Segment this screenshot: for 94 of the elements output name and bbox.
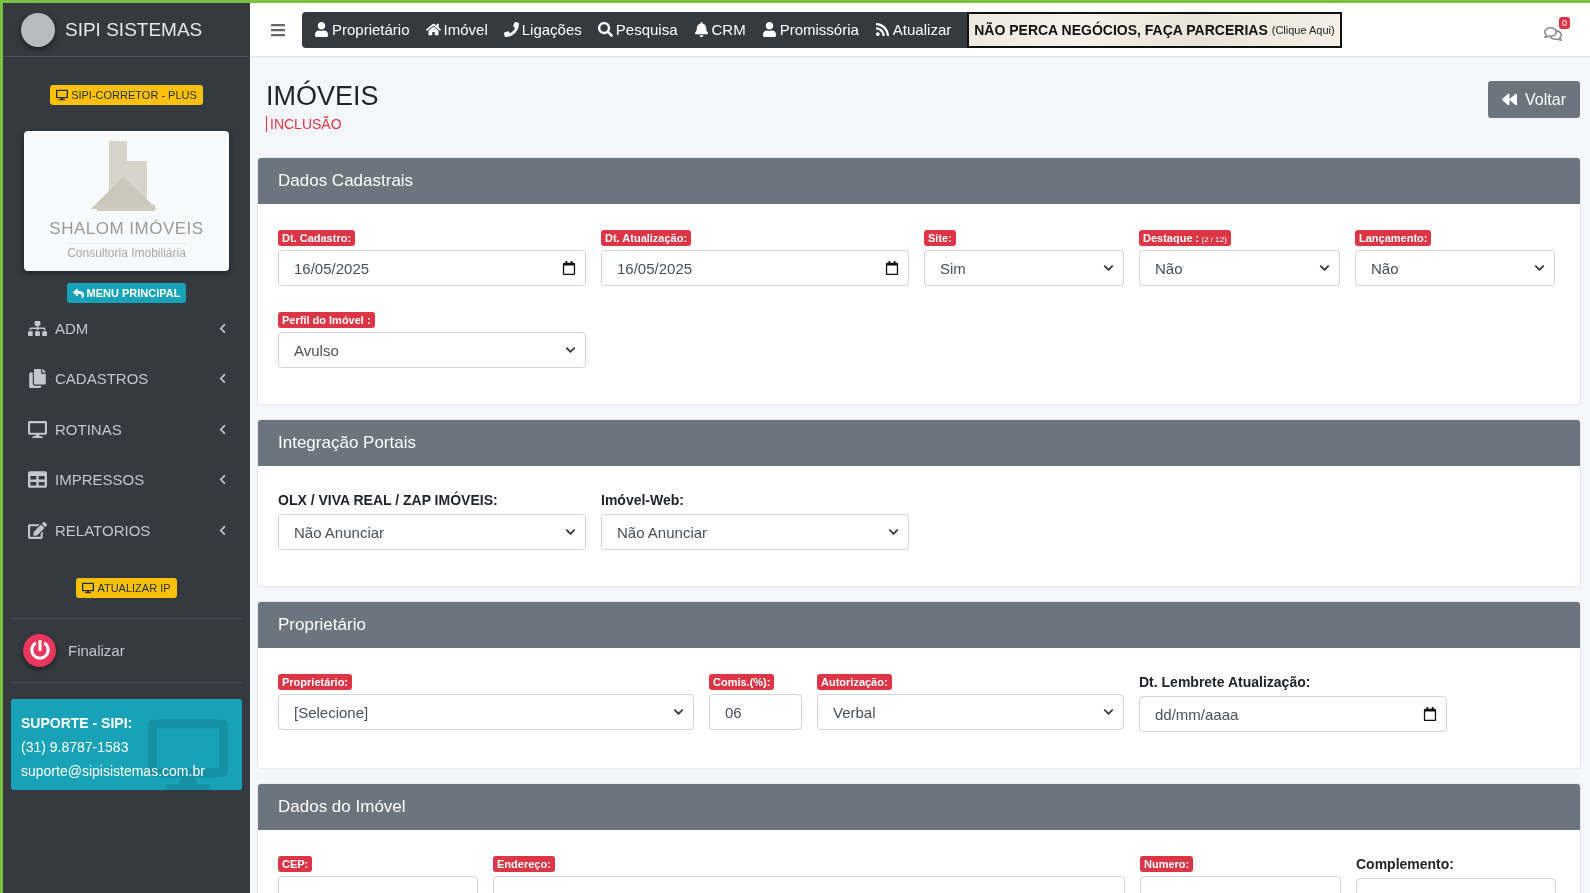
documents-icon: [28, 369, 47, 389]
partnership-banner[interactable]: NÃO PERCA NEGÓCIOS, FAÇA PARCERIAS (Clique Aqui): [967, 11, 1342, 48]
required-field-label: Autorização:: [817, 674, 892, 690]
rewind-icon: [1502, 92, 1518, 107]
card-header: Dados Cadastrais: [258, 158, 1580, 204]
chevron-down-icon: [1534, 262, 1545, 274]
sidebar-item[interactable]: RELATORIOS: [3, 505, 250, 556]
nav-link[interactable]: Pesquisa: [597, 21, 678, 38]
card-header: Integração Portais: [258, 420, 1580, 466]
monitor-icon: [28, 419, 47, 439]
chevron-down-icon: [565, 344, 576, 356]
chevron-down-icon: [673, 706, 684, 718]
support-title: SUPORTE - SIPI:: [21, 713, 134, 733]
notification-count: 0: [1559, 16, 1570, 29]
plan-badge: SIPI-CORRETOR - PLUS: [50, 85, 203, 105]
chevron-down-icon: [888, 526, 899, 538]
select-field[interactable]: Não: [1355, 250, 1555, 286]
support-email: suporte@sipisistemas.com.br: [21, 761, 206, 781]
rss-icon: [874, 22, 890, 37]
select-field[interactable]: Avulso: [278, 332, 586, 368]
sidebar-item[interactable]: IMPRESSOS: [3, 454, 250, 505]
sidebar-item[interactable]: ROTINAS: [3, 404, 250, 455]
required-field-label: Destaque : (2 / 12): [1139, 230, 1231, 246]
required-field-label: Dt. Cadastro:: [278, 230, 356, 246]
nav-link[interactable]: Promissória: [761, 21, 859, 38]
chevron-left-icon: [217, 373, 228, 385]
field-label: Imóvel-Web:: [601, 492, 685, 508]
user-icon: [761, 22, 777, 37]
chevron-down-icon: [1103, 262, 1114, 274]
reply-icon: [72, 287, 84, 299]
date-field[interactable]: dd/mm/aaaa: [1139, 696, 1447, 732]
avatar-icon: [21, 12, 55, 47]
nav-link[interactable]: Proprietário: [314, 21, 410, 38]
calendar-icon: [885, 261, 899, 275]
house-icon: [425, 22, 441, 37]
nav-link[interactable]: Atualizar: [874, 21, 952, 38]
logo-title: SHALOM IMÓVEIS: [49, 219, 204, 239]
chevron-left-icon: [217, 524, 228, 536]
select-field[interactable]: Não: [1139, 250, 1340, 286]
required-field-label: Lançamento:: [1355, 230, 1432, 246]
support-phone: (31) 9.8787-1583: [21, 737, 130, 757]
required-field-label: Numero:: [1140, 856, 1194, 872]
chevron-down-icon: [1319, 262, 1330, 274]
field-label: Dt. Lembrete Atualização:: [1139, 674, 1312, 690]
page-subtitle: INCLUSÃO: [266, 116, 379, 132]
menu-icon[interactable]: [270, 21, 286, 38]
select-field[interactable]: Não Anunciar: [601, 514, 909, 550]
required-field-label: Dt. Atualização:: [601, 230, 692, 246]
nav-link[interactable]: Ligações: [503, 21, 582, 38]
monitor-icon: [56, 89, 69, 101]
required-field-label: Site:: [924, 230, 956, 246]
chevron-down-icon: [565, 526, 576, 538]
edit-icon: [28, 520, 47, 540]
select-field[interactable]: Não Anunciar: [278, 514, 586, 550]
nav-link[interactable]: Imóvel: [425, 21, 488, 38]
sidebar-item[interactable]: CADASTROS: [3, 353, 250, 404]
field-label: Complemento:: [1356, 856, 1455, 872]
required-field-label: CEP:: [278, 856, 313, 872]
search-icon: [597, 22, 613, 37]
brand-name: SIPI SISTEMAS: [65, 18, 203, 41]
card-header: Proprietário: [258, 602, 1580, 648]
page-title: IMÓVEIS: [266, 81, 379, 112]
sitemap-icon: [28, 318, 47, 338]
required-field-label: Perfil do Imóvel :: [278, 312, 375, 328]
monitor-icon: [82, 581, 95, 594]
date-field[interactable]: 16/05/2025: [278, 250, 586, 286]
select-field[interactable]: Sim: [924, 250, 1124, 286]
select-field[interactable]: Verbal: [817, 694, 1124, 730]
chevron-left-icon: [217, 474, 228, 486]
logout-button[interactable]: Finalizar: [3, 618, 250, 682]
calendar-icon: [1423, 707, 1437, 721]
required-field-label: Comis.(%):: [709, 674, 775, 690]
user-icon: [314, 22, 329, 37]
logo-subtitle: Consultoria Imobiliária: [67, 243, 186, 260]
select-field[interactable]: [Selecione]: [278, 694, 694, 730]
required-field-label: Proprietário:: [278, 674, 352, 690]
power-icon: [23, 633, 56, 667]
sidebar-item[interactable]: ADM: [3, 303, 250, 354]
chat-icon[interactable]: [1544, 24, 1562, 43]
calendar-icon: [562, 261, 576, 275]
date-field[interactable]: 16/05/2025: [601, 250, 909, 286]
chevron-left-icon: [217, 423, 228, 435]
chevron-left-icon: [217, 322, 228, 334]
input-field[interactable]: 06: [709, 694, 802, 730]
phone-icon: [503, 22, 519, 37]
bell-icon: [693, 22, 709, 37]
chevron-down-icon: [1103, 706, 1114, 718]
update-ip-button[interactable]: ATUALIZAR IP: [76, 577, 177, 598]
required-field-label: Endereço:: [493, 856, 555, 872]
table-icon: [28, 470, 47, 490]
field-label: OLX / VIVA REAL / ZAP IMÓVEIS:: [278, 492, 499, 508]
card-header: Dados do Imóvel: [258, 784, 1580, 830]
nav-link[interactable]: CRM: [693, 21, 746, 38]
back-button[interactable]: Voltar: [1488, 81, 1580, 118]
